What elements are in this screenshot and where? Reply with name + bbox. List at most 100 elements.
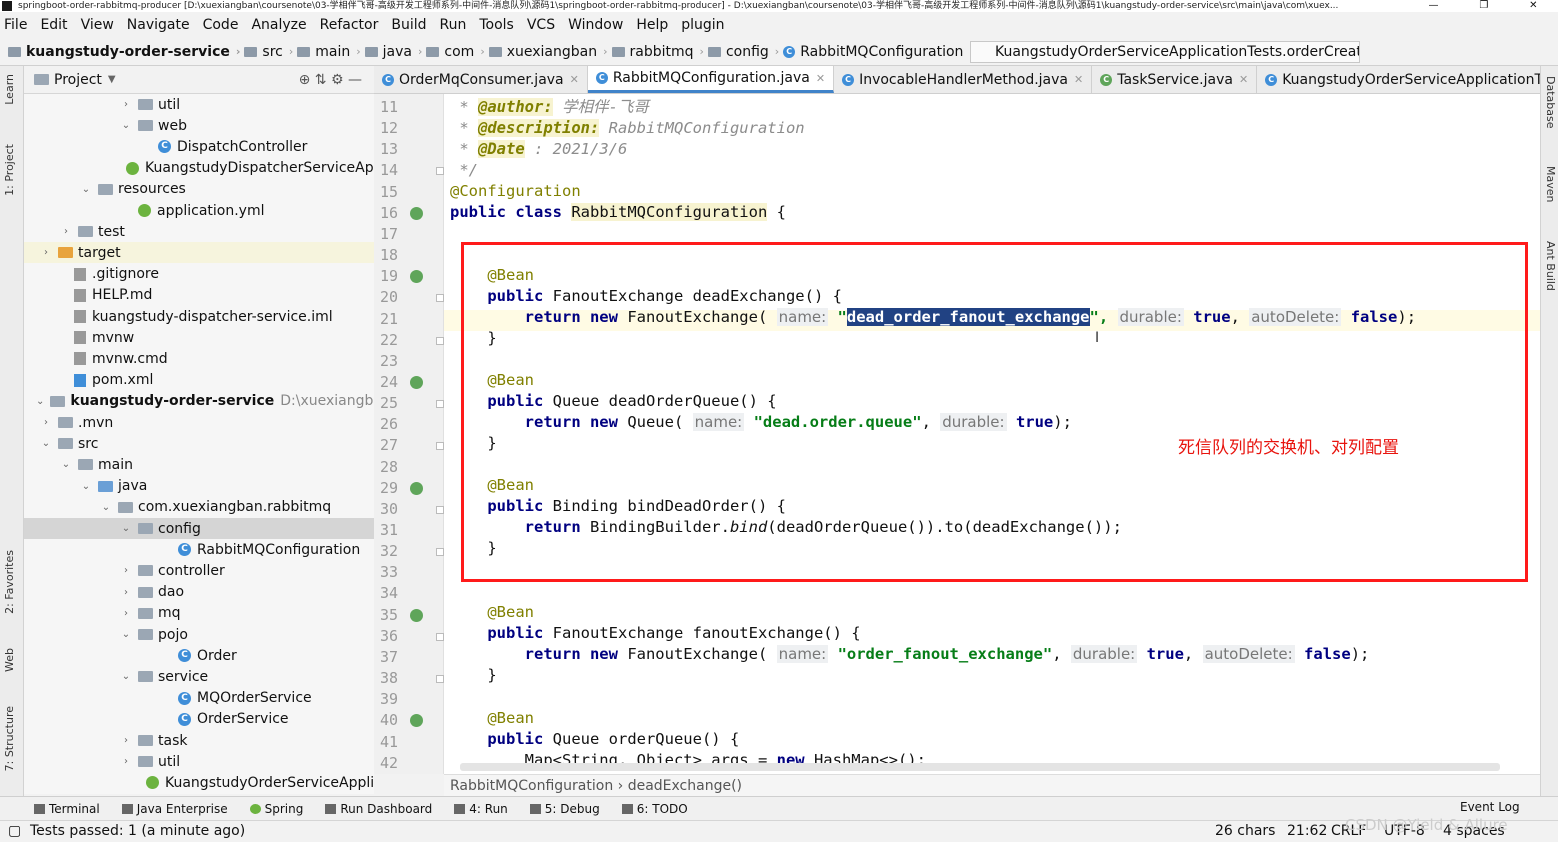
fold-marker-icon[interactable]: [436, 336, 444, 345]
tree-item-application-yml[interactable]: application.yml: [24, 200, 374, 221]
tab-order-mq-consumer[interactable]: C OrderMqConsumer.java ✕: [374, 66, 588, 93]
expand-arrow-icon[interactable]: ›: [120, 587, 132, 598]
breadcrumb-xuexiangban[interactable]: xuexiangban ›: [488, 44, 608, 60]
tree-item-pom-xml[interactable]: pom.xml: [24, 370, 374, 391]
tree-item-test[interactable]: › test: [24, 221, 374, 242]
fold-marker-icon[interactable]: [436, 400, 444, 409]
tree-item-kuangstudyorderserviceapplication[interactable]: KuangstudyOrderServiceApplication: [24, 772, 374, 793]
expand-arrow-icon[interactable]: ⌄: [120, 120, 132, 131]
tool-tab-structure[interactable]: 7: Structure: [3, 706, 16, 771]
expand-arrow-icon[interactable]: ⌄: [120, 629, 132, 640]
maximize-icon[interactable]: ❐: [1479, 0, 1488, 12]
fold-marker-icon[interactable]: [436, 548, 444, 557]
tree-item-src[interactable]: ⌄ src: [24, 433, 374, 454]
menu-vcs[interactable]: VCS: [527, 17, 555, 33]
close-tab-icon[interactable]: ✕: [816, 72, 825, 85]
tree-item-dao[interactable]: › dao: [24, 582, 374, 603]
tree-item-main[interactable]: ⌄ main: [24, 454, 374, 475]
close-tab-icon[interactable]: ✕: [1074, 73, 1083, 86]
expand-arrow-icon[interactable]: ›: [120, 608, 132, 619]
tool-run-dashboard[interactable]: Run Dashboard: [325, 802, 432, 816]
tool-terminal[interactable]: Terminal: [34, 802, 100, 816]
caret-position[interactable]: 21:62: [1287, 821, 1327, 842]
fold-marker-icon[interactable]: [436, 505, 444, 514]
close-tab-icon[interactable]: ✕: [570, 73, 579, 86]
menu-tools[interactable]: Tools: [479, 17, 514, 33]
menu-analyze[interactable]: Analyze: [251, 17, 306, 33]
breadcrumb-class[interactable]: C RabbitMQConfiguration: [783, 44, 963, 60]
tool-java-enterprise[interactable]: Java Enterprise: [121, 802, 228, 816]
menu-file[interactable]: File: [4, 17, 27, 33]
menu-help[interactable]: Help: [636, 17, 668, 33]
tree-item-com-xuexiangban-rabbitmq[interactable]: ⌄ com.xuexiangban.rabbitmq: [24, 497, 374, 518]
tree-item-service[interactable]: ⌄ service: [24, 666, 374, 687]
tree-item-dispatchcontroller[interactable]: C DispatchController: [24, 136, 374, 157]
menu-navigate[interactable]: Navigate: [127, 17, 190, 33]
tab-application-tests[interactable]: CKuangstudyOrderServiceApplicationTests.…: [1257, 66, 1540, 93]
breadcrumb-method[interactable]: deadExchange(): [628, 778, 742, 794]
breadcrumb-module[interactable]: kuangstudy-order-service ›: [8, 44, 240, 60]
menu-view[interactable]: View: [81, 17, 114, 33]
fold-marker-icon[interactable]: [436, 294, 444, 303]
tree-item-mq[interactable]: › mq: [24, 603, 374, 624]
spring-bean-gutter-icon[interactable]: [410, 714, 423, 728]
tool-debug[interactable]: 5: Debug: [529, 802, 600, 816]
run-configuration-selector[interactable]: KuangstudyOrderServiceApplicationTests.o…: [970, 41, 1360, 63]
expand-arrow-icon[interactable]: ⌄: [60, 459, 72, 470]
menu-window[interactable]: Window: [568, 17, 623, 33]
menu-edit[interactable]: Edit: [40, 17, 67, 33]
fold-marker-icon[interactable]: [436, 632, 444, 641]
tree-item-kuangstudydispatcherserviceapplic[interactable]: KuangstudyDispatcherServiceApplic: [24, 158, 374, 179]
breadcrumb-src[interactable]: src ›: [244, 44, 293, 60]
status-message[interactable]: Tests passed: 1 (a minute ago): [30, 821, 245, 842]
tree-item-pojo[interactable]: ⌄ pojo: [24, 624, 374, 645]
expand-arrow-icon[interactable]: ›: [120, 756, 132, 767]
tree-item-mqorderservice[interactable]: C MQOrderService: [24, 688, 374, 709]
fold-marker-icon[interactable]: [436, 675, 444, 684]
menu-build[interactable]: Build: [391, 17, 426, 33]
breadcrumb-class[interactable]: RabbitMQConfiguration: [450, 778, 613, 794]
fold-marker-icon[interactable]: [436, 167, 444, 176]
horizontal-scrollbar[interactable]: [460, 763, 1500, 771]
expand-arrow-icon[interactable]: ›: [40, 417, 52, 428]
tree-item-java[interactable]: ⌄ java: [24, 476, 374, 497]
expand-arrow-icon[interactable]: ›: [120, 735, 132, 746]
tree-item-target[interactable]: › target: [24, 242, 374, 264]
tool-todo[interactable]: 6: TODO: [621, 802, 688, 816]
expand-arrow-icon[interactable]: ⌄: [120, 671, 132, 682]
spring-bean-gutter-icon[interactable]: [410, 206, 423, 220]
expand-arrow-icon[interactable]: ⌄: [80, 184, 92, 195]
tree-item-config[interactable]: ⌄ config: [24, 518, 374, 539]
spring-bean-gutter-icon[interactable]: [410, 375, 423, 389]
tree-item-kuangstudy-order-service[interactable]: ⌄ kuangstudy-order-service D:\xuexiangban…: [24, 391, 374, 412]
toolbar-settings-icon[interactable]: ⊕ ⇅ ⚙ —: [299, 72, 362, 88]
tool-run[interactable]: 4: Run: [454, 802, 508, 816]
tool-tab-project[interactable]: 1: Project: [3, 144, 16, 196]
close-tab-icon[interactable]: ✕: [1239, 73, 1248, 86]
tool-tab-learn[interactable]: Learn: [3, 74, 16, 105]
tab-rabbitmq-configuration[interactable]: C RabbitMQConfiguration.java ✕: [587, 66, 835, 93]
tab-invocable-handler-method[interactable]: C InvocableHandlerMethod.java ✕: [834, 66, 1093, 93]
tree-item-web[interactable]: ⌄ web: [24, 115, 374, 136]
menu-code[interactable]: Code: [203, 17, 239, 33]
expand-arrow-icon[interactable]: ⌄: [40, 438, 52, 449]
event-log-button[interactable]: Event Log: [1460, 800, 1520, 814]
menu-run[interactable]: Run: [440, 17, 467, 33]
tree-item-task[interactable]: › task: [24, 730, 374, 751]
tree-item-gitignore[interactable]: .gitignore: [24, 264, 374, 285]
tree-item-mvn[interactable]: › .mvn: [24, 412, 374, 433]
tool-tab-web[interactable]: Web: [3, 648, 16, 672]
tree-item-help-md[interactable]: HELP.md: [24, 285, 374, 306]
menu-plugin[interactable]: plugin: [681, 17, 724, 33]
tool-tab-database[interactable]: Database: [1544, 76, 1557, 129]
breadcrumb-rabbitmq[interactable]: rabbitmq ›: [611, 44, 704, 60]
tree-item-controller[interactable]: › controller: [24, 560, 374, 581]
tool-tab-ant-build[interactable]: Ant Build: [1544, 241, 1557, 291]
spring-bean-gutter-icon[interactable]: [410, 481, 423, 495]
expand-arrow-icon[interactable]: ›: [120, 565, 132, 576]
project-panel-title[interactable]: Project: [54, 72, 102, 88]
tree-item-resources[interactable]: ⌄ resources: [24, 179, 374, 200]
menu-refactor[interactable]: Refactor: [320, 17, 379, 33]
expand-arrow-icon[interactable]: ⌄: [36, 396, 44, 407]
spring-bean-gutter-icon[interactable]: [410, 270, 423, 284]
